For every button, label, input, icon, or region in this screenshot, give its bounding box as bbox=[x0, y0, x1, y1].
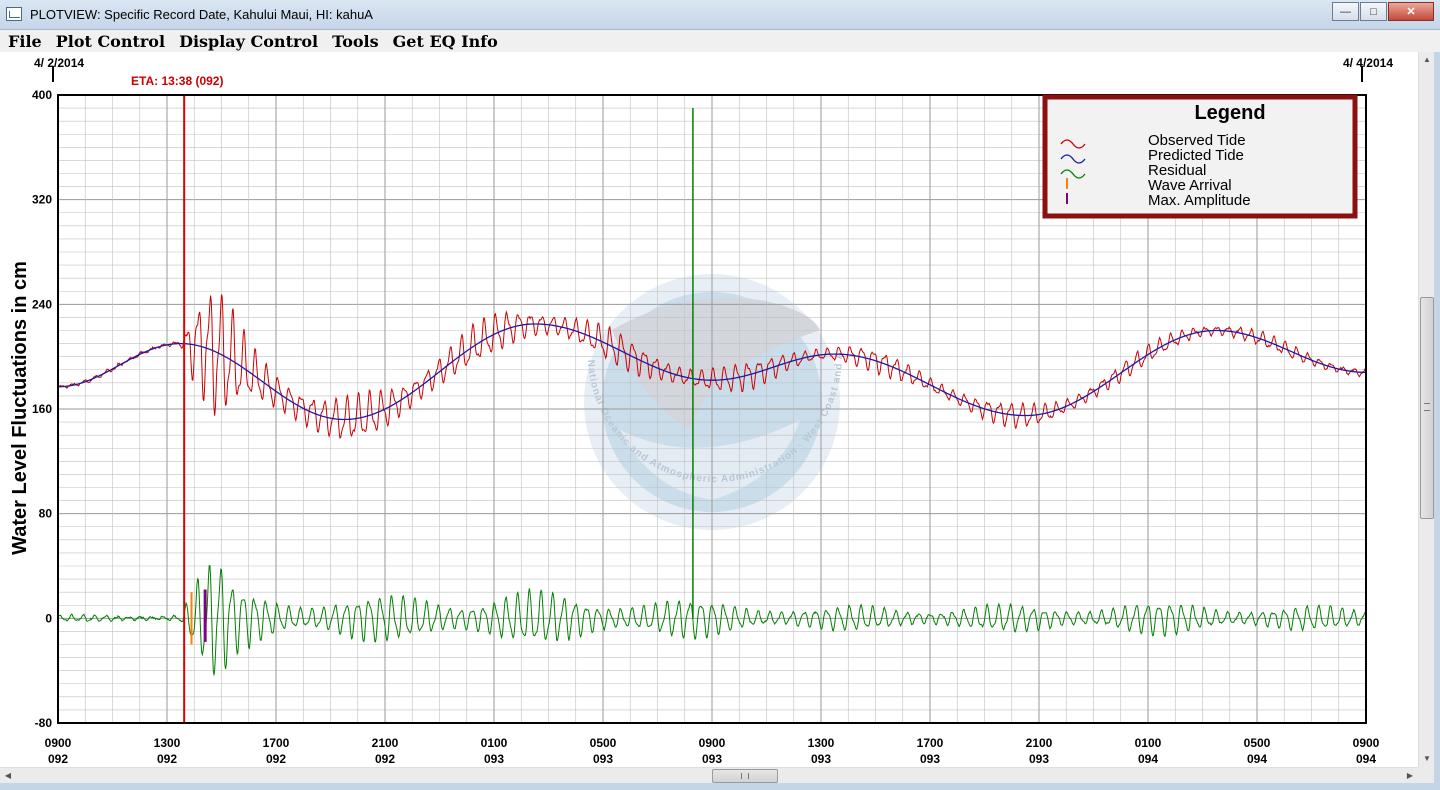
title-bar: PLOTVIEW: Specific Record Date, Kahului … bbox=[0, 0, 1440, 30]
scroll-right-icon[interactable]: ▶ bbox=[1402, 768, 1418, 784]
x-tick-day-label: 093 bbox=[484, 752, 504, 766]
scroll-left-icon[interactable]: ◀ bbox=[0, 768, 16, 784]
x-tick-time-label: 0900 bbox=[1353, 736, 1380, 750]
vertical-scrollbar[interactable]: ▲ ▼ bbox=[1418, 52, 1434, 767]
x-tick-time-label: 0500 bbox=[590, 736, 617, 750]
menu-bar: File Plot Control Display Control Tools … bbox=[0, 30, 1440, 52]
y-tick-label: 0 bbox=[45, 611, 52, 625]
y-tick-label: 240 bbox=[32, 297, 52, 311]
y-axis-label: Water Level Fluctuations in cm bbox=[9, 261, 31, 555]
menu-get-eq-info[interactable]: Get EQ Info bbox=[393, 32, 498, 51]
close-button[interactable]: ✕ bbox=[1388, 2, 1434, 21]
x-tick-day-label: 093 bbox=[1029, 752, 1049, 766]
eta-label: ETA: 13:38 (092) bbox=[131, 74, 223, 88]
start-date-label: 4/ 2/2014 bbox=[34, 56, 84, 70]
x-tick-time-label: 1300 bbox=[808, 736, 835, 750]
x-tick-day-label: 093 bbox=[593, 752, 613, 766]
x-tick-day-label: 094 bbox=[1356, 752, 1376, 766]
y-tick-label: 400 bbox=[32, 88, 52, 102]
x-tick-day-label: 092 bbox=[48, 752, 68, 766]
tide-chart[interactable]: National Oceanic and Atmospheric Adminis… bbox=[0, 0, 1418, 767]
y-tick-label: 80 bbox=[39, 507, 53, 521]
window-title: PLOTVIEW: Specific Record Date, Kahului … bbox=[30, 7, 373, 22]
legend: Legend Observed Tide Predicted Tide Resi… bbox=[1042, 94, 1358, 219]
x-tick-day-label: 093 bbox=[811, 752, 831, 766]
menu-file[interactable]: File bbox=[8, 32, 42, 51]
app-icon[interactable] bbox=[6, 7, 22, 21]
y-tick-label: 160 bbox=[32, 402, 52, 416]
window-border-right bbox=[1434, 52, 1440, 783]
x-tick-time-label: 2100 bbox=[1026, 736, 1053, 750]
x-tick-day-label: 092 bbox=[157, 752, 177, 766]
x-tick-day-label: 094 bbox=[1247, 752, 1267, 766]
scroll-down-icon[interactable]: ▼ bbox=[1419, 751, 1435, 767]
x-tick-time-label: 0900 bbox=[699, 736, 726, 750]
y-tick-label: -80 bbox=[35, 716, 53, 730]
x-tick-time-label: 0900 bbox=[45, 736, 72, 750]
window-controls: — □ ✕ bbox=[1331, 2, 1434, 21]
y-tick-label: 320 bbox=[32, 193, 52, 207]
x-tick-time-label: 0100 bbox=[481, 736, 508, 750]
x-tick-time-label: 1300 bbox=[154, 736, 181, 750]
x-tick-day-label: 094 bbox=[1138, 752, 1158, 766]
x-tick-day-label: 093 bbox=[920, 752, 940, 766]
x-tick-day-label: 092 bbox=[375, 752, 395, 766]
scroll-up-icon[interactable]: ▲ bbox=[1419, 52, 1435, 68]
end-date-label: 4/ 4/2014 bbox=[1343, 56, 1393, 70]
x-tick-day-label: 093 bbox=[702, 752, 722, 766]
legend-item-max-amplitude: Max. Amplitude bbox=[1148, 192, 1251, 209]
x-tick-time-label: 1700 bbox=[917, 736, 944, 750]
x-tick-time-label: 1700 bbox=[263, 736, 290, 750]
window-border-bottom bbox=[0, 783, 1440, 790]
chart-header: 4/ 2/2014 4/ 4/2014 ETA: 13:38 (092) bbox=[34, 56, 1393, 88]
horizontal-scroll-thumb[interactable] bbox=[712, 769, 778, 783]
minimize-button[interactable]: — bbox=[1332, 2, 1359, 21]
plot-area: National Oceanic and Atmospheric Adminis… bbox=[0, 0, 1418, 767]
legend-title: Legend bbox=[1194, 102, 1265, 124]
x-tick-time-label: 2100 bbox=[372, 736, 399, 750]
vertical-scroll-thumb[interactable] bbox=[1420, 297, 1434, 519]
x-tick-time-label: 0100 bbox=[1135, 736, 1162, 750]
menu-plot-control[interactable]: Plot Control bbox=[56, 32, 165, 51]
menu-display-control[interactable]: Display Control bbox=[179, 32, 318, 51]
x-tick-day-label: 092 bbox=[266, 752, 286, 766]
x-tick-time-label: 0500 bbox=[1244, 736, 1271, 750]
menu-tools[interactable]: Tools bbox=[332, 32, 379, 51]
maximize-button[interactable]: □ bbox=[1360, 2, 1387, 21]
horizontal-scrollbar[interactable]: ◀ ▶ bbox=[0, 767, 1418, 783]
